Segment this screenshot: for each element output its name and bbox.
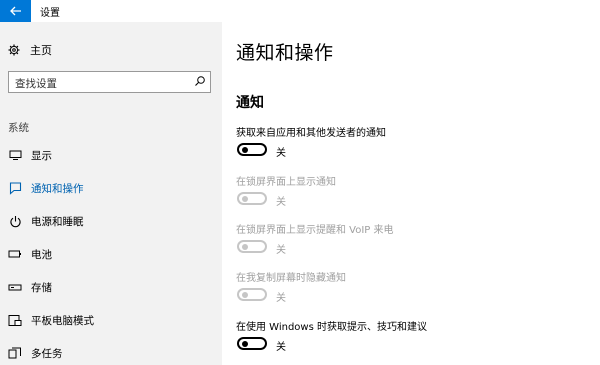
gear-icon bbox=[8, 44, 20, 56]
sidebar-item-label: 显示 bbox=[31, 150, 52, 162]
setting-label-tips-tricks: 在使用 Windows 时获取提示、技巧和建议 bbox=[236, 322, 427, 333]
sidebar-item-display[interactable]: 显示 bbox=[0, 144, 222, 166]
sidebar-item-notifications[interactable]: 通知和操作 bbox=[0, 177, 222, 199]
toggle-state-label: 关 bbox=[276, 293, 286, 304]
main-content: 通知和操作 通知 获取来自应用和其他发送者的通知 关 在锁屏界面上显示通知 关 … bbox=[222, 22, 600, 365]
monitor-icon bbox=[8, 147, 22, 163]
toggle-knob bbox=[242, 146, 248, 153]
page-title: 通知和操作 bbox=[236, 42, 334, 64]
setting-label-lock-screen-reminders-voip: 在锁屏界面上显示提醒和 VoIP 来电 bbox=[236, 225, 394, 236]
back-arrow-icon bbox=[9, 6, 21, 16]
toggle-knob bbox=[242, 340, 248, 347]
setting-label-lock-screen-notifications: 在锁屏界面上显示通知 bbox=[236, 177, 336, 188]
toggle-app-notifications[interactable] bbox=[237, 143, 267, 156]
title-bar: 设置 bbox=[0, 0, 600, 22]
toggle-state-label: 关 bbox=[276, 197, 286, 208]
toggle-lock-screen-reminders-voip bbox=[237, 240, 267, 253]
toggle-state-label: 关 bbox=[276, 245, 286, 256]
chat-bubble-icon bbox=[8, 180, 22, 196]
back-button[interactable] bbox=[0, 0, 31, 22]
home-link[interactable]: 主页 bbox=[8, 42, 52, 58]
search-icon[interactable] bbox=[194, 75, 206, 87]
window-title: 设置 bbox=[40, 8, 60, 19]
sidebar-item-power[interactable]: 电源和睡眠 bbox=[0, 210, 222, 232]
power-icon bbox=[8, 213, 22, 229]
toggle-knob bbox=[242, 195, 248, 202]
sidebar-item-tablet-mode[interactable]: 平板电脑模式 bbox=[0, 309, 222, 331]
sidebar-item-label: 电池 bbox=[31, 249, 52, 261]
search-input[interactable]: 查找设置 bbox=[8, 71, 211, 93]
sidebar-item-label: 平板电脑模式 bbox=[31, 315, 94, 327]
sidebar-item-label: 通知和操作 bbox=[31, 183, 84, 195]
storage-drive-icon bbox=[8, 279, 22, 295]
sidebar-item-storage[interactable]: 存储 bbox=[0, 276, 222, 298]
search-placeholder: 查找设置 bbox=[15, 78, 57, 90]
sidebar-item-multitasking[interactable]: 多任务 bbox=[0, 342, 222, 364]
sidebar-item-label: 多任务 bbox=[31, 348, 63, 360]
toggle-knob bbox=[242, 243, 248, 250]
section-label-system: 系统 bbox=[8, 122, 29, 134]
home-label: 主页 bbox=[30, 44, 52, 57]
battery-icon bbox=[8, 246, 22, 262]
toggle-state-label: 关 bbox=[276, 148, 286, 159]
toggle-hide-when-duplicating bbox=[237, 288, 267, 301]
toggle-knob bbox=[242, 291, 248, 298]
sidebar: 主页 查找设置 系统 显示 通知和操作 电源和睡眠 电池 存储 平板电脑模式 多… bbox=[0, 22, 222, 365]
toggle-lock-screen-notifications bbox=[237, 192, 267, 205]
toggle-tips-tricks[interactable] bbox=[237, 337, 267, 350]
multitasking-icon bbox=[8, 345, 22, 361]
toggle-state-label: 关 bbox=[276, 342, 286, 353]
setting-label-app-notifications: 获取来自应用和其他发送者的通知 bbox=[236, 128, 386, 139]
tablet-mode-icon bbox=[8, 312, 22, 328]
sidebar-item-label: 存储 bbox=[31, 282, 52, 294]
setting-label-hide-when-duplicating: 在我复制屏幕时隐藏通知 bbox=[236, 273, 346, 284]
sidebar-item-label: 电源和睡眠 bbox=[31, 216, 84, 228]
section-title-notifications: 通知 bbox=[236, 95, 264, 111]
sidebar-item-battery[interactable]: 电池 bbox=[0, 243, 222, 265]
